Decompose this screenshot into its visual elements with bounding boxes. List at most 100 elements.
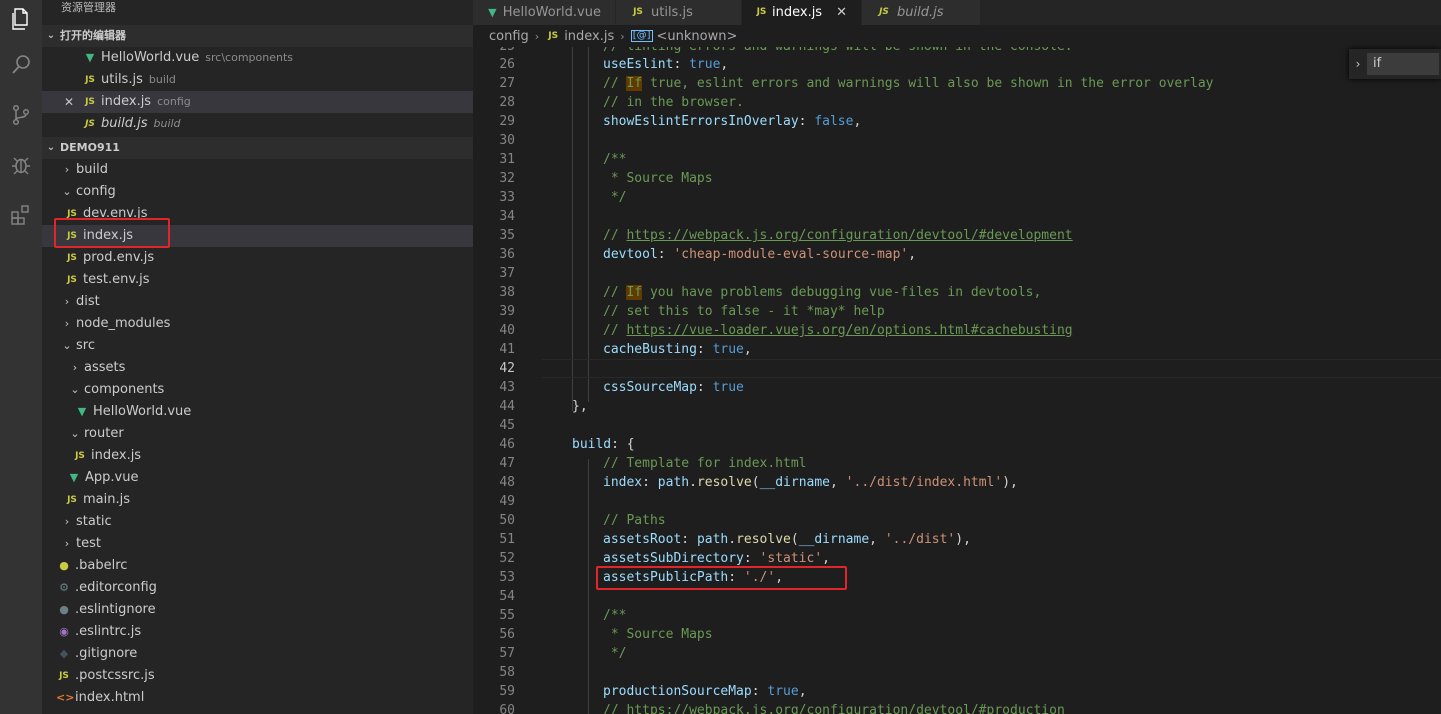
tree-file-selected[interactable]: JS index.js (42, 225, 473, 247)
close-icon[interactable]: ✕ (62, 91, 76, 113)
tree-file[interactable]: ⚙ .editorconfig (42, 577, 473, 599)
code-line: 27// If true, eslint errors and warnings… (499, 76, 1214, 91)
find-match: If (626, 76, 643, 91)
babel-icon: ● (59, 559, 69, 572)
open-editors-header[interactable]: ⌄ 打开的编辑器 (42, 25, 473, 47)
open-editor-item[interactable]: JS utils.js build (42, 69, 473, 91)
chevron-right-icon: › (64, 515, 70, 528)
eslint-icon: ◉ (59, 625, 69, 638)
code-line: 53 assetsPublicPath: './', (499, 570, 784, 585)
chevron-down-icon: ⌄ (62, 185, 72, 198)
open-editor-item[interactable]: ▼ HelloWorld.vue src\components (42, 47, 473, 69)
tree-folder[interactable]: › dist (42, 291, 473, 313)
files-icon[interactable] (6, 4, 36, 34)
open-editor-item-active[interactable]: ✕ JS index.js config (42, 91, 473, 113)
js-icon: JS (85, 97, 95, 107)
tree-file[interactable]: ● .babelrc (42, 555, 473, 577)
tree-file[interactable]: JS test.env.js (42, 269, 473, 291)
tree-file[interactable]: ◉ .eslintrc.js (42, 621, 473, 643)
tree-folder[interactable]: ⌄ config (42, 181, 473, 203)
code-line: 35// https://webpack.js.org/configuratio… (499, 228, 1073, 243)
chevron-down-icon: ⌄ (70, 427, 80, 440)
js-icon: JS (548, 31, 559, 41)
code-line: 38// If you have problems debugging vue-… (499, 285, 1042, 300)
code-line: 41 cacheBusting: true, (499, 342, 752, 357)
tree-file[interactable]: ◆ .gitignore (42, 643, 473, 665)
code-line: 44}, (499, 399, 588, 414)
tree-folder[interactable]: › node_modules (42, 313, 473, 335)
chevron-down-icon: ⌄ (46, 142, 56, 153)
tab-utils-js[interactable]: JS utils.js (616, 0, 742, 25)
tree-folder[interactable]: › build (42, 159, 473, 181)
code-line: 57 */ (499, 646, 627, 661)
editor-tabs: ▼ HelloWorld.vue JS utils.js JS index.js… (473, 0, 1441, 25)
code-line: 49 (499, 494, 515, 509)
chevron-down-icon: ⌄ (62, 339, 72, 352)
code-link: https://webpack.js.org/configuration/dev… (626, 703, 1065, 714)
tree-file[interactable]: JS .postcssrc.js (42, 665, 473, 687)
find-widget: › if (1349, 49, 1441, 79)
vue-icon: ▼ (85, 51, 95, 64)
tree-file[interactable]: JS prod.env.js (42, 247, 473, 269)
gear-icon: ⚙ (59, 581, 69, 594)
tree-folder[interactable]: › static (42, 511, 473, 533)
code-link: https://webpack.js.org/configuration/dev… (626, 228, 1073, 243)
tree-file[interactable]: JS index.js (42, 445, 473, 467)
tab-index-js[interactable]: JS index.js ✕ (742, 0, 862, 25)
extensions-icon[interactable] (6, 200, 36, 230)
code-editor[interactable]: 25// linting errors and warnings will be… (473, 47, 1441, 714)
code-line: 39// set this to false - it *may* help (499, 304, 885, 319)
tree-file[interactable]: ▼ HelloWorld.vue (42, 401, 473, 423)
chevron-right-icon: › (72, 361, 78, 374)
code-line: 60// https://webpack.js.org/configuratio… (473, 701, 1441, 714)
js-icon: JS (75, 451, 85, 461)
code-link: https://vue-loader.vuejs.org/en/options.… (626, 323, 1073, 338)
js-icon: JS (67, 253, 77, 263)
chevron-right-icon: › (64, 295, 70, 308)
code-line: 32 * Source Maps (499, 171, 713, 186)
tree-folder[interactable]: ⌄ router (42, 423, 473, 445)
js-icon: JS (67, 209, 77, 219)
tree-folder[interactable]: ⌄ src (42, 335, 473, 357)
tree-folder[interactable]: › test (42, 533, 473, 555)
code-line: 31/** (499, 152, 627, 167)
symbol-icon: [@] (630, 30, 653, 42)
tree-file[interactable]: <> index.html (42, 687, 473, 709)
chevron-right-icon[interactable]: › (1349, 57, 1367, 71)
breadcrumb-folder[interactable]: config (489, 29, 529, 44)
tree-file[interactable]: ● .eslintignore (42, 599, 473, 621)
code-line: 29 showEslintErrorsInOverlay: false, (499, 114, 862, 129)
open-editor-item[interactable]: JS build.js build (42, 113, 473, 135)
tree-folder[interactable]: › assets (42, 357, 473, 379)
debug-icon[interactable] (6, 150, 36, 180)
breadcrumb: config › JS index.js › [@] <unknown> (473, 25, 1441, 47)
code-line: 52 assetsSubDirectory: 'static', (499, 551, 830, 566)
tree-file[interactable]: JS main.js (42, 489, 473, 511)
chevron-right-icon: › (64, 163, 70, 176)
html-icon: <> (56, 691, 75, 704)
js-icon: JS (59, 671, 69, 681)
search-icon[interactable] (6, 50, 36, 80)
vue-icon: ▼ (77, 405, 87, 418)
project-header[interactable]: ⌄ DEMO911 (42, 137, 473, 159)
breadcrumb-symbol[interactable]: <unknown> (657, 29, 738, 44)
code-line: 36 devtool: 'cheap-module-eval-source-map… (499, 247, 917, 262)
code-line: 50// Paths (499, 513, 666, 528)
code-line: 47// Template for index.html (499, 456, 807, 471)
js-icon: JS (85, 75, 95, 85)
open-editors-label: 打开的编辑器 (60, 29, 126, 42)
tree-folder[interactable]: ⌄ components (42, 379, 473, 401)
code-line: 30 (499, 133, 515, 148)
close-icon[interactable]: ✕ (836, 0, 847, 25)
tree-file[interactable]: JS dev.env.js (42, 203, 473, 225)
source-control-icon[interactable] (6, 100, 36, 130)
js-icon: JS (756, 7, 767, 17)
project-label: DEMO911 (60, 141, 120, 154)
chevron-down-icon: ⌄ (46, 30, 56, 41)
tree-file[interactable]: ▼ App.vue (42, 467, 473, 489)
breadcrumb-file[interactable]: index.js (564, 29, 614, 44)
js-icon: JS (67, 495, 77, 505)
tab-build-js[interactable]: JS build.js (862, 0, 981, 25)
find-input[interactable]: if (1367, 53, 1439, 75)
tab-helloworld-vue[interactable]: ▼ HelloWorld.vue (473, 0, 616, 25)
